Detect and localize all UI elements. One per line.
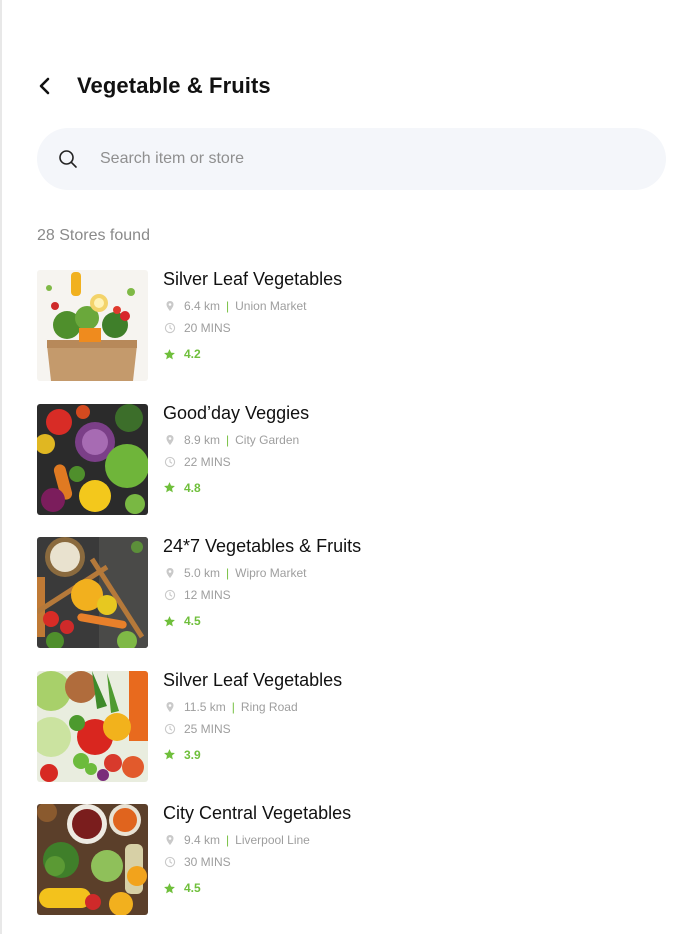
rating-value: 3.9 <box>184 747 201 762</box>
star-icon <box>163 615 176 628</box>
store-thumbnail <box>37 537 148 648</box>
star-icon <box>163 882 176 895</box>
store-thumbnail <box>37 670 148 782</box>
store-distance: 9.4 km <box>184 833 221 847</box>
clock-icon <box>164 856 176 868</box>
star-icon <box>163 348 176 361</box>
store-time: 30 MINS <box>184 855 231 869</box>
search-input[interactable] <box>100 150 600 168</box>
store-item[interactable]: 24*7 Vegetables & Fruits 5.0 km | Wipro … <box>37 537 667 648</box>
store-delivery-time: 30 MINS <box>163 855 351 869</box>
store-location: 11.5 km | Ring Road <box>163 700 342 714</box>
star-icon <box>163 481 176 494</box>
rating-value: 4.5 <box>184 881 201 895</box>
store-area: Liverpool Line <box>235 833 310 847</box>
clock-icon <box>164 456 176 468</box>
store-name: Silver Leaf Vegetables <box>163 269 343 289</box>
location-pin-icon <box>164 567 176 579</box>
meta-separator: | <box>226 432 230 447</box>
store-area: Ring Road <box>240 699 298 714</box>
store-rating: 4.8 <box>163 481 309 495</box>
store-area: City Garden <box>235 432 300 447</box>
store-item[interactable]: Good’day Veggies 8.9 km | City Garden 22… <box>37 402 667 515</box>
store-distance: 6.4 km <box>184 299 221 313</box>
store-location: 8.9 km | City Garden <box>163 433 309 447</box>
store-thumbnail <box>37 270 148 381</box>
store-time: 22 MINS <box>184 454 231 469</box>
location-pin-icon <box>164 434 176 446</box>
store-distance: 5.0 km <box>184 566 221 580</box>
search-bar[interactable] <box>37 128 666 190</box>
store-name: City Central Vegetables <box>163 803 352 823</box>
store-delivery-time: 25 MINS <box>163 722 342 736</box>
store-name: Good’day Veggies <box>163 402 310 423</box>
window-edge <box>0 0 2 934</box>
store-location: 6.4 km | Union Market <box>163 299 342 313</box>
back-arrow-icon <box>38 76 52 96</box>
location-pin-icon <box>164 701 176 713</box>
store-time: 25 MINS <box>184 721 231 736</box>
store-thumbnail <box>37 403 148 515</box>
star-icon <box>163 748 176 761</box>
store-thumbnail <box>37 804 148 915</box>
store-delivery-time: 22 MINS <box>163 455 309 469</box>
rating-value: 4.8 <box>184 480 201 495</box>
store-distance: 8.9 km <box>184 432 221 447</box>
search-icon <box>58 149 78 169</box>
store-name: Silver Leaf Vegetables <box>163 669 343 690</box>
store-delivery-time: 20 MINS <box>163 321 342 335</box>
store-item[interactable]: Silver Leaf Vegetables 11.5 km | Ring Ro… <box>37 669 667 782</box>
store-item[interactable]: Silver Leaf Vegetables 6.4 km | Union Ma… <box>37 270 667 381</box>
results-count: 28 Stores found <box>37 227 150 244</box>
clock-icon <box>164 322 176 334</box>
rating-value: 4.5 <box>184 614 201 628</box>
store-distance: 11.5 km <box>184 699 226 714</box>
store-delivery-time: 12 MINS <box>163 588 361 602</box>
header: Vegetable & Fruits <box>38 68 271 104</box>
location-pin-icon <box>164 834 176 846</box>
clock-icon <box>164 723 176 735</box>
meta-separator: | <box>226 566 230 580</box>
store-area: Union Market <box>235 299 307 313</box>
clock-icon <box>164 589 176 601</box>
store-time: 20 MINS <box>184 321 231 335</box>
location-pin-icon <box>164 300 176 312</box>
store-list: Silver Leaf Vegetables 6.4 km | Union Ma… <box>37 270 667 938</box>
store-name: 24*7 Vegetables & Fruits <box>163 536 362 556</box>
store-time: 12 MINS <box>184 588 231 602</box>
store-location: 9.4 km | Liverpool Line <box>163 833 351 847</box>
meta-separator: | <box>231 699 235 714</box>
store-rating: 4.5 <box>163 614 361 628</box>
back-button[interactable] <box>38 71 60 101</box>
store-rating: 4.2 <box>163 347 342 361</box>
store-rating: 3.9 <box>163 748 342 762</box>
store-area: Wipro Market <box>235 566 307 580</box>
store-rating: 4.5 <box>163 881 351 895</box>
store-item[interactable]: City Central Vegetables 9.4 km | Liverpo… <box>37 804 667 915</box>
store-location: 5.0 km | Wipro Market <box>163 566 361 580</box>
meta-separator: | <box>226 299 230 313</box>
page-title: Vegetable & Fruits <box>77 73 271 98</box>
meta-separator: | <box>226 833 230 847</box>
rating-value: 4.2 <box>184 347 201 361</box>
